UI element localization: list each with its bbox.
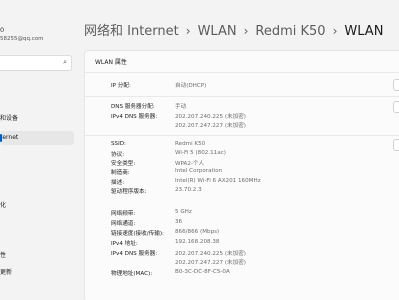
divider — [85, 96, 399, 97]
search-input[interactable] — [0, 62, 55, 77]
search-icon[interactable]: ⌕ — [63, 58, 67, 67]
chevron-right-icon: › — [332, 24, 338, 38]
manufacturer-label: 制造商: — [111, 170, 130, 176]
divider — [85, 135, 399, 136]
dns-assignment-label: DNS 服务器分配: — [111, 104, 155, 110]
dns-assignment-value: 手动 — [175, 104, 187, 110]
ssid-label: SSID: — [111, 141, 126, 147]
channel-label: 网络通道: — [111, 221, 136, 227]
ipv4-dns-label: IPv4 DNS 服务器: — [111, 114, 158, 120]
breadcrumb-network-internet[interactable]: 网络和 Internet — [84, 24, 179, 39]
chevron-right-icon: › — [243, 24, 249, 38]
channel-value: 36 — [175, 219, 183, 225]
description-value: Intel(R) Wi-Fi 6 AX201 160MHz — [175, 178, 261, 184]
ip-assignment-value: 自动(DHCP) — [175, 83, 207, 89]
ipv4-dns-servers-value-1: 202.207.240.225 (未加密) — [175, 251, 246, 257]
settings-search-box[interactable]: ⌕ — [0, 55, 72, 77]
wlan-properties-card: WLAN 属性 IP 分配: 自动(DHCP) 编 DNS 服务器分配: 手动 … — [84, 50, 399, 300]
ssid-value: Redmi K50 — [175, 141, 206, 147]
description-label: 描述: — [111, 180, 125, 186]
ip-assignment-label: IP 分配: — [111, 83, 131, 89]
sidebar-item-label: 和设备 — [0, 115, 19, 122]
security-label: 安全类型: — [111, 161, 136, 167]
mac-label: 物理地址(MAC): — [111, 271, 153, 277]
sidebar-item-label: 化 — [0, 202, 7, 209]
edit-dns-button[interactable]: 编 — [393, 101, 399, 113]
breadcrumb-wlan[interactable]: WLAN — [198, 24, 237, 39]
user-name: 0 — [0, 26, 5, 34]
sidebar-item-label: ternet — [0, 134, 19, 141]
divider — [85, 72, 399, 73]
user-email: 58255@qq.com — [0, 36, 44, 42]
ipv4-address-value: 192.168.208.38 — [175, 239, 220, 245]
copy-button[interactable]: 编 — [393, 139, 399, 151]
chevron-right-icon: › — [185, 24, 191, 38]
breadcrumb: 网络和 Internet › WLAN › Redmi K50 › WLAN — [84, 20, 383, 39]
sidebar-item-bluetooth-devices[interactable]: 和设备 — [0, 112, 74, 126]
ipv4-address-label: IPv4 地址: — [111, 241, 138, 247]
protocol-value: Wi-Fi 5 (802.11ac) — [175, 150, 226, 156]
sidebar-item-windows-update[interactable]: 更新 — [0, 266, 74, 280]
sidebar-item-accessibility[interactable]: 性 — [0, 249, 74, 263]
ipv4-dns-servers-value-2: 202.207.247.227 (未加密) — [175, 260, 246, 266]
link-speed-value: 866/866 (Mbps) — [175, 229, 220, 235]
band-label: 网络频带: — [111, 211, 136, 217]
sidebar-item-label: 性 — [0, 252, 7, 259]
edit-ip-button[interactable]: 编 — [393, 79, 399, 91]
card-title: WLAN 属性 — [95, 59, 127, 66]
mac-value: B0-3C-DC-8F-C5-0A — [175, 269, 230, 275]
driver-version-label: 驱动程序版本: — [111, 189, 147, 195]
sidebar-item-personalization[interactable]: 化 — [0, 199, 74, 213]
sidebar-item-label: 更新 — [0, 269, 13, 276]
ipv4-dns-servers-label: IPv4 DNS 服务器: — [111, 251, 158, 257]
sidebar: 0 58255@qq.com ⌕ 和设备 ternet 化 性 更新 — [0, 0, 80, 300]
protocol-label: 协议: — [111, 152, 125, 158]
ipv4-dns-value-2: 202.207.247.227 (未加密) — [175, 123, 246, 129]
breadcrumb-network-name[interactable]: Redmi K50 — [255, 24, 325, 39]
link-speed-label: 链接速度(接收/传输): — [111, 231, 164, 237]
manufacturer-value: Intel Corporation — [175, 168, 223, 174]
driver-version-value: 23.70.2.3 — [175, 187, 202, 193]
page-title: WLAN — [344, 24, 384, 39]
ipv4-dns-value-1: 202.207.240.225 (未加密) — [175, 114, 246, 120]
security-value: WPA2-个人 — [175, 161, 205, 167]
sidebar-item-network-internet[interactable]: ternet — [0, 131, 74, 145]
band-value: 5 GHz — [175, 209, 192, 215]
